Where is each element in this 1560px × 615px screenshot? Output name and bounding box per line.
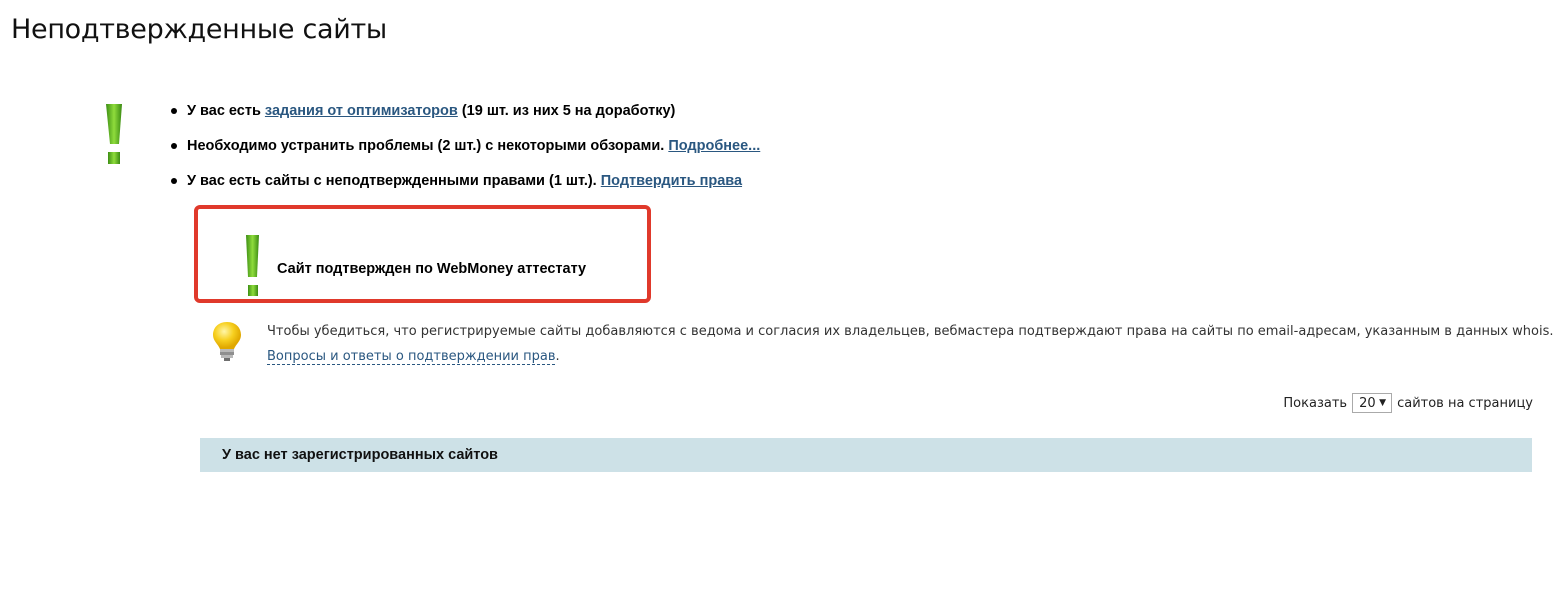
info-block: Чтобы убедиться, что регистрируемые сайт…	[267, 319, 1554, 369]
per-page-value: 20	[1359, 395, 1376, 411]
green-exclamation-icon	[106, 104, 122, 164]
page-title: Неподтвержденные сайты	[11, 14, 387, 45]
per-page-suffix: сайтов на страницу	[1397, 395, 1533, 411]
notice-review-problems: Необходимо устранить проблемы (2 шт.) с …	[166, 135, 760, 170]
notice-text: (19 шт. из них 5 на доработку)	[457, 103, 676, 119]
notice-text: У вас есть	[187, 103, 265, 119]
chevron-down-icon: ▼	[1379, 398, 1387, 408]
faq-line: Вопросы и ответы о подтверждении прав.	[267, 344, 1554, 369]
confirm-rights-link[interactable]: Подтвердить права	[601, 173, 742, 189]
page: Неподтвержденные сайты У вас есть задани…	[0, 0, 1560, 615]
notice-list: У вас есть задания от оптимизаторов (19 …	[166, 100, 760, 205]
green-exclamation-icon	[246, 235, 259, 296]
faq-link-suffix: .	[555, 349, 560, 364]
sites-table-header: У вас нет зарегистрированных сайтов	[200, 438, 1532, 472]
more-details-link[interactable]: Подробнее...	[668, 138, 760, 154]
faq-link[interactable]: Вопросы и ответы о подтверждении прав	[267, 349, 556, 365]
webmoney-confirmation-box: Сайт подтвержден по WebMoney аттестату	[194, 205, 651, 303]
info-text: Чтобы убедиться, что регистрируемые сайт…	[267, 324, 1554, 339]
per-page-control: Показать 20 ▼ сайтов на страницу	[1283, 393, 1533, 413]
notice-optimizer-tasks: У вас есть задания от оптимизаторов (19 …	[166, 100, 760, 135]
lightbulb-icon	[213, 322, 241, 361]
notice-text: У вас есть сайты с неподтвержденными пра…	[187, 173, 601, 189]
notice-unconfirmed-sites: У вас есть сайты с неподтвержденными пра…	[166, 170, 760, 205]
optimizer-tasks-link[interactable]: задания от оптимизаторов	[265, 103, 458, 119]
empty-sites-message: У вас нет зарегистрированных сайтов	[222, 447, 498, 463]
per-page-label: Показать	[1283, 395, 1348, 411]
per-page-select[interactable]: 20 ▼	[1352, 393, 1393, 413]
notice-text: Необходимо устранить проблемы (2 шт.) с …	[187, 138, 669, 154]
webmoney-confirmation-text: Сайт подтвержден по WebMoney аттестату	[277, 261, 587, 277]
